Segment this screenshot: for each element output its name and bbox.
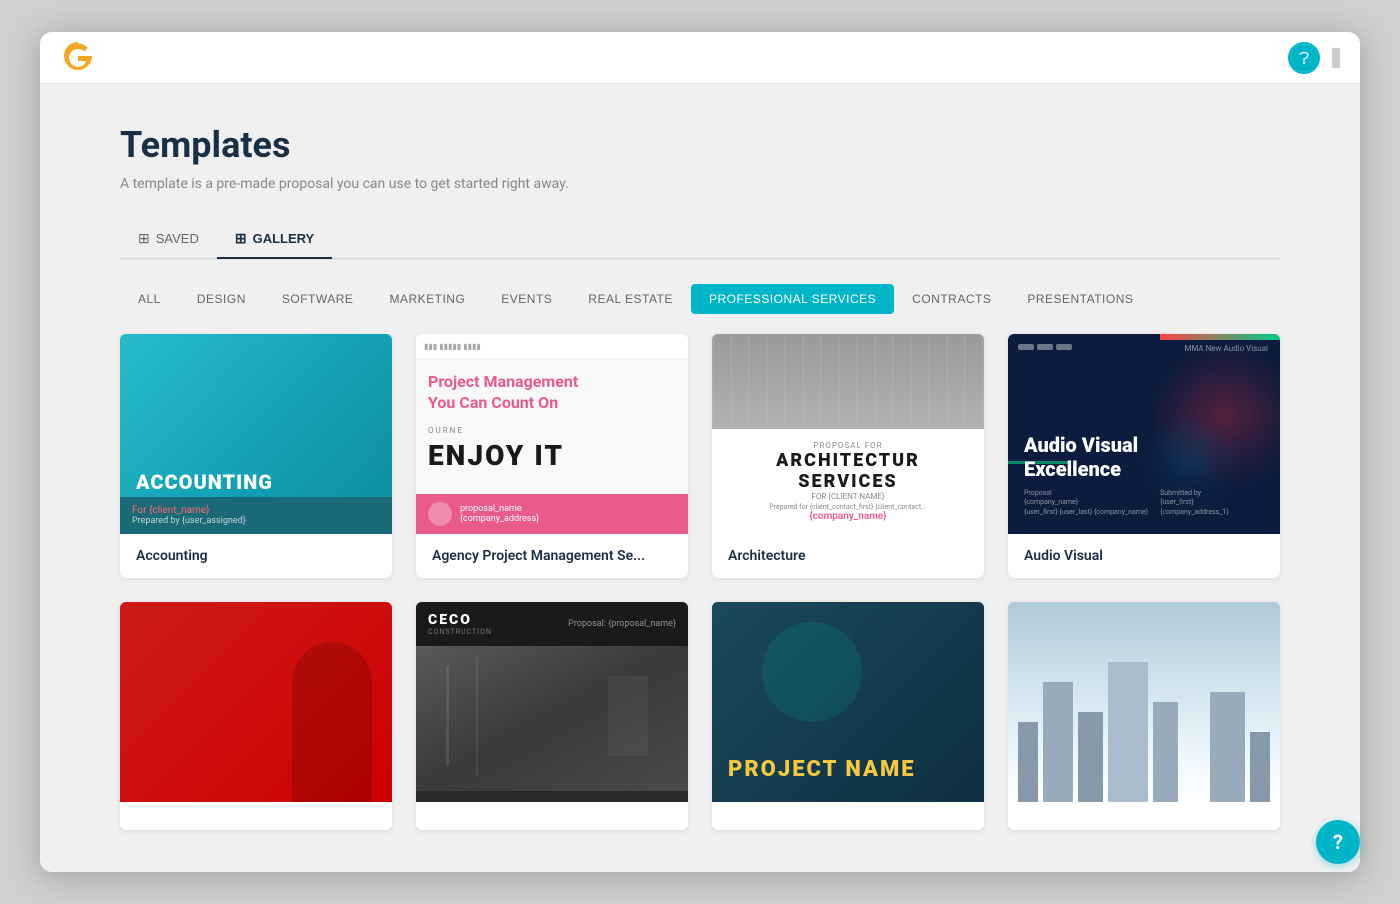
tab-saved[interactable]: ⊞ SAVED xyxy=(120,220,217,259)
card-project-name[interactable]: PROJECT NAME xyxy=(712,602,984,830)
card-av-content: Audio VisualExcellence Proposal{company_… xyxy=(1008,417,1280,534)
card-av-label: Audio Visual xyxy=(1008,534,1280,578)
floating-help-button[interactable]: ? xyxy=(1316,820,1360,864)
card-ceco-image xyxy=(416,646,688,791)
saved-icon: ⊞ xyxy=(138,230,150,247)
resize-handle xyxy=(1332,48,1340,68)
filter-design[interactable]: DESIGN xyxy=(179,284,264,314)
card-city-label xyxy=(1008,802,1280,830)
card-red[interactable] xyxy=(120,602,392,830)
card-agency-title-block: Project ManagementYou Can Count On xyxy=(416,360,688,426)
card-agency-label: Agency Project Management Se... xyxy=(416,534,688,578)
card-project-title: PROJECT NAME xyxy=(728,757,916,782)
card-ceco[interactable]: CECO CONSTRUCTION Proposal: {proposal_na… xyxy=(416,602,688,830)
help-button[interactable] xyxy=(1288,42,1320,74)
page-content: Templates A template is a pre-made propo… xyxy=(40,84,1360,872)
tab-gallery-label: GALLERY xyxy=(253,231,315,246)
card-accounting-label: Accounting xyxy=(120,534,392,578)
browser-toolbar xyxy=(40,32,1360,84)
filter-presentations[interactable]: PRESENTATIONS xyxy=(1009,284,1151,314)
card-accounting-prepared: Prepared by {user_assigned} xyxy=(132,516,380,526)
cards-grid: ACCOUNTINGPROPOSAL For {client_name} Pre… xyxy=(120,334,1280,830)
filter-events[interactable]: EVENTS xyxy=(483,284,570,314)
floating-help-icon: ? xyxy=(1333,830,1343,854)
help-icon xyxy=(1290,44,1318,72)
browser-controls xyxy=(1288,42,1340,74)
card-accounting-client: For {client_name} xyxy=(132,505,380,516)
card-ceco-label xyxy=(416,802,688,830)
card-architecture[interactable]: PROPOSAL FOR ARCHITECTURSERVICES FOR {CL… xyxy=(712,334,984,578)
card-audio-visual[interactable]: MMA New Audio Visual Audio VisualExcelle… xyxy=(1008,334,1280,578)
card-agency-pm[interactable]: ▮▮▮ ▮▮▮▮▮ ▮▮▮▮ Project ManagementYou Can… xyxy=(416,334,688,578)
gallery-icon: ⊞ xyxy=(235,230,247,247)
card-accounting[interactable]: ACCOUNTINGPROPOSAL For {client_name} Pre… xyxy=(120,334,392,578)
section-divider xyxy=(120,259,1280,260)
app-logo[interactable] xyxy=(60,38,96,78)
tabs-row: ⊞ SAVED ⊞ GALLERY xyxy=(120,220,1280,259)
card-agency-footer: proposal_name{company_address} xyxy=(416,494,688,534)
card-arch-content: PROPOSAL FOR ARCHITECTURSERVICES FOR {CL… xyxy=(712,429,984,534)
card-av-accent-top xyxy=(1160,334,1280,340)
filter-real-estate[interactable]: REAL ESTATE xyxy=(570,284,691,314)
card-architecture-label: Architecture xyxy=(712,534,984,578)
page-subtitle: A template is a pre-made proposal you ca… xyxy=(120,176,1280,192)
card-av-dots xyxy=(1018,344,1072,350)
filter-all[interactable]: ALL xyxy=(120,284,179,314)
tab-saved-label: SAVED xyxy=(156,231,199,246)
card-red-label xyxy=(120,802,392,830)
card-ceco-header: CECO CONSTRUCTION Proposal: {proposal_na… xyxy=(416,602,688,646)
card-agency-header: ▮▮▮ ▮▮▮▮▮ ▮▮▮▮ xyxy=(416,334,688,360)
filter-row: ALL DESIGN SOFTWARE MARKETING EVENTS REA… xyxy=(120,284,1280,314)
browser-window: Templates A template is a pre-made propo… xyxy=(40,32,1360,872)
page-title: Templates xyxy=(120,124,1280,166)
filter-software[interactable]: SOFTWARE xyxy=(264,284,372,314)
card-av-logo-text: MMA New Audio Visual xyxy=(1184,344,1268,353)
filter-marketing[interactable]: MARKETING xyxy=(371,284,483,314)
card-accounting-footer: For {client_name} Prepared by {user_assi… xyxy=(120,497,392,534)
filter-professional-services[interactable]: PROFESSIONAL SERVICES xyxy=(691,284,894,314)
card-project-label xyxy=(712,802,984,830)
tab-gallery[interactable]: ⊞ GALLERY xyxy=(217,220,332,259)
filter-contracts[interactable]: CONTRACTS xyxy=(894,284,1009,314)
card-city[interactable] xyxy=(1008,602,1280,830)
